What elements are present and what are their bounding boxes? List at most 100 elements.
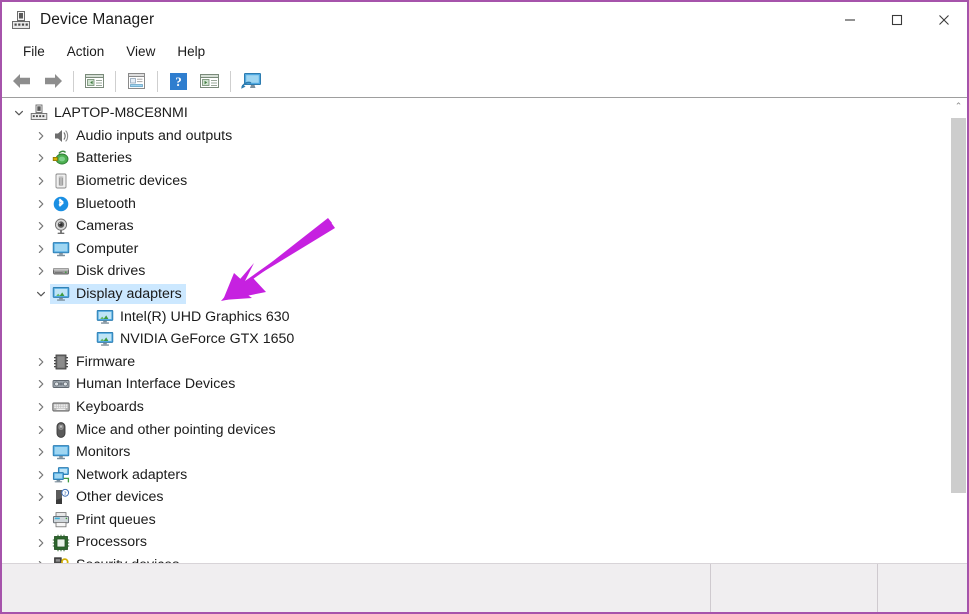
menu-bar: File Action View Help [2, 38, 967, 65]
chevron-right-icon[interactable] [32, 176, 50, 186]
processor-icon [50, 534, 71, 552]
tree-item-cameras[interactable]: Cameras [2, 215, 949, 238]
tree-item-print-queues[interactable]: Print queues [2, 509, 949, 532]
scrollbar-thumb[interactable] [951, 118, 966, 493]
chevron-right-icon[interactable] [32, 470, 50, 480]
status-segment-tertiary [877, 564, 967, 612]
tree-item-bluetooth[interactable]: Bluetooth [2, 192, 949, 215]
chevron-right-icon[interactable] [32, 357, 50, 367]
tree-item-label: LAPTOP-M8CE8NMI [54, 106, 188, 120]
tree-item-intel-r-uhd-graphics-630[interactable]: Intel(R) UHD Graphics 630 [2, 305, 949, 328]
tree-item-content[interactable]: Mice and other pointing devices [50, 420, 280, 440]
toolbar-separator [115, 71, 116, 92]
toolbar-separator [230, 71, 231, 92]
scroll-up-arrow-icon[interactable]: ⌃ [950, 98, 967, 115]
tree-item-label: Print queues [76, 513, 156, 527]
tree-item-content[interactable]: NVIDIA GeForce GTX 1650 [94, 329, 298, 349]
display-adapter-icon [94, 330, 115, 348]
chevron-right-icon[interactable] [32, 199, 50, 209]
tree-item-display-adapters[interactable]: Display adapters [2, 283, 949, 306]
tree-item-mice-and-other-pointing-devices[interactable]: Mice and other pointing devices [2, 418, 949, 441]
printer-icon [50, 511, 71, 529]
tree-item-content[interactable]: Computer [50, 239, 142, 259]
chevron-right-icon[interactable] [32, 266, 50, 276]
chevron-down-icon[interactable] [10, 108, 28, 118]
tree-item-network-adapters[interactable]: Network adapters [2, 464, 949, 487]
tree-item-disk-drives[interactable]: Disk drives [2, 260, 949, 283]
chevron-right-icon[interactable] [32, 515, 50, 525]
tree-item-firmware[interactable]: Firmware [2, 351, 949, 374]
back-arrow-icon[interactable] [6, 67, 37, 95]
tree-item-content[interactable]: Audio inputs and outputs [50, 126, 236, 146]
tree-item-other-devices[interactable]: ? Other devices [2, 486, 949, 509]
tree-item-content[interactable]: Keyboards [50, 397, 148, 417]
chevron-right-icon[interactable] [32, 402, 50, 412]
hid-icon [50, 375, 71, 393]
device-tree[interactable]: LAPTOP-M8CE8NMI Audio inputs and outputs… [2, 98, 949, 585]
disk-drive-icon [50, 262, 71, 280]
menu-item-view[interactable]: View [115, 41, 166, 62]
tree-item-content[interactable]: ? Other devices [50, 487, 168, 507]
tree-item-content[interactable]: Intel(R) UHD Graphics 630 [94, 307, 294, 327]
tree-item-label: Batteries [76, 151, 132, 165]
svg-text:?: ? [175, 74, 182, 89]
update-driver-icon[interactable] [194, 67, 225, 95]
tree-item-monitors[interactable]: Monitors [2, 441, 949, 464]
help-icon[interactable]: ? [163, 67, 194, 95]
scan-for-hardware-changes-icon[interactable] [236, 67, 267, 95]
tree-item-content[interactable]: Biometric devices [50, 171, 191, 191]
tree-item-content[interactable]: Display adapters [50, 284, 186, 304]
chevron-right-icon[interactable] [32, 131, 50, 141]
window-title: Device Manager [40, 11, 154, 29]
vertical-scrollbar[interactable]: ⌃ ⌄ [949, 98, 967, 585]
chevron-right-icon[interactable] [32, 221, 50, 231]
tree-item-content[interactable]: Processors [50, 533, 151, 553]
computer-device-icon [28, 104, 49, 122]
tree-item-content[interactable]: Print queues [50, 510, 160, 530]
menu-item-file[interactable]: File [12, 41, 56, 62]
chevron-right-icon[interactable] [32, 447, 50, 457]
tree-item-content[interactable]: Cameras [50, 216, 138, 236]
menu-item-action[interactable]: Action [56, 41, 116, 62]
tree-item-laptop-m8ce8nmi[interactable]: LAPTOP-M8CE8NMI [2, 102, 949, 125]
forward-arrow-icon[interactable] [37, 67, 68, 95]
tree-item-content[interactable]: Firmware [50, 352, 139, 372]
chevron-right-icon[interactable] [32, 379, 50, 389]
tree-item-computer[interactable]: Computer [2, 238, 949, 261]
tree-item-label: Mice and other pointing devices [76, 423, 276, 437]
tree-item-label: Biometric devices [76, 174, 187, 188]
tree-item-content[interactable]: Human Interface Devices [50, 374, 239, 394]
tree-item-content[interactable]: Bluetooth [50, 194, 140, 214]
tree-item-keyboards[interactable]: Keyboards [2, 396, 949, 419]
bluetooth-icon [50, 195, 71, 213]
chevron-right-icon[interactable] [32, 492, 50, 502]
chevron-right-icon[interactable] [32, 244, 50, 254]
toolbar: ? [2, 65, 967, 98]
maximize-button[interactable] [873, 2, 920, 38]
device-manager-window: Device Manager File Action View Help [0, 0, 969, 614]
tree-item-content[interactable]: Monitors [50, 442, 134, 462]
menu-item-help[interactable]: Help [166, 41, 216, 62]
tree-item-biometric-devices[interactable]: Biometric devices [2, 170, 949, 193]
close-button[interactable] [920, 2, 967, 38]
tree-item-batteries[interactable]: Batteries [2, 147, 949, 170]
tree-item-label: Network adapters [76, 468, 187, 482]
chevron-right-icon[interactable] [32, 425, 50, 435]
minimize-button[interactable] [826, 2, 873, 38]
tree-item-content[interactable]: Batteries [50, 148, 136, 168]
chevron-right-icon[interactable] [32, 153, 50, 163]
show-hide-console-tree-icon[interactable] [79, 67, 110, 95]
tree-item-content[interactable]: Disk drives [50, 261, 149, 281]
chevron-down-icon[interactable] [32, 289, 50, 299]
tree-item-label: Other devices [76, 490, 164, 504]
chevron-right-icon[interactable] [32, 538, 50, 548]
tree-item-content[interactable]: Network adapters [50, 465, 191, 485]
tree-item-nvidia-geforce-gtx-1650[interactable]: NVIDIA GeForce GTX 1650 [2, 328, 949, 351]
tree-item-content[interactable]: LAPTOP-M8CE8NMI [28, 103, 192, 123]
properties-icon[interactable] [121, 67, 152, 95]
tree-item-processors[interactable]: Processors [2, 531, 949, 554]
tree-item-audio-inputs-and-outputs[interactable]: Audio inputs and outputs [2, 125, 949, 148]
tree-item-human-interface-devices[interactable]: Human Interface Devices [2, 373, 949, 396]
status-bar [2, 563, 967, 612]
status-segment-main [2, 564, 710, 612]
